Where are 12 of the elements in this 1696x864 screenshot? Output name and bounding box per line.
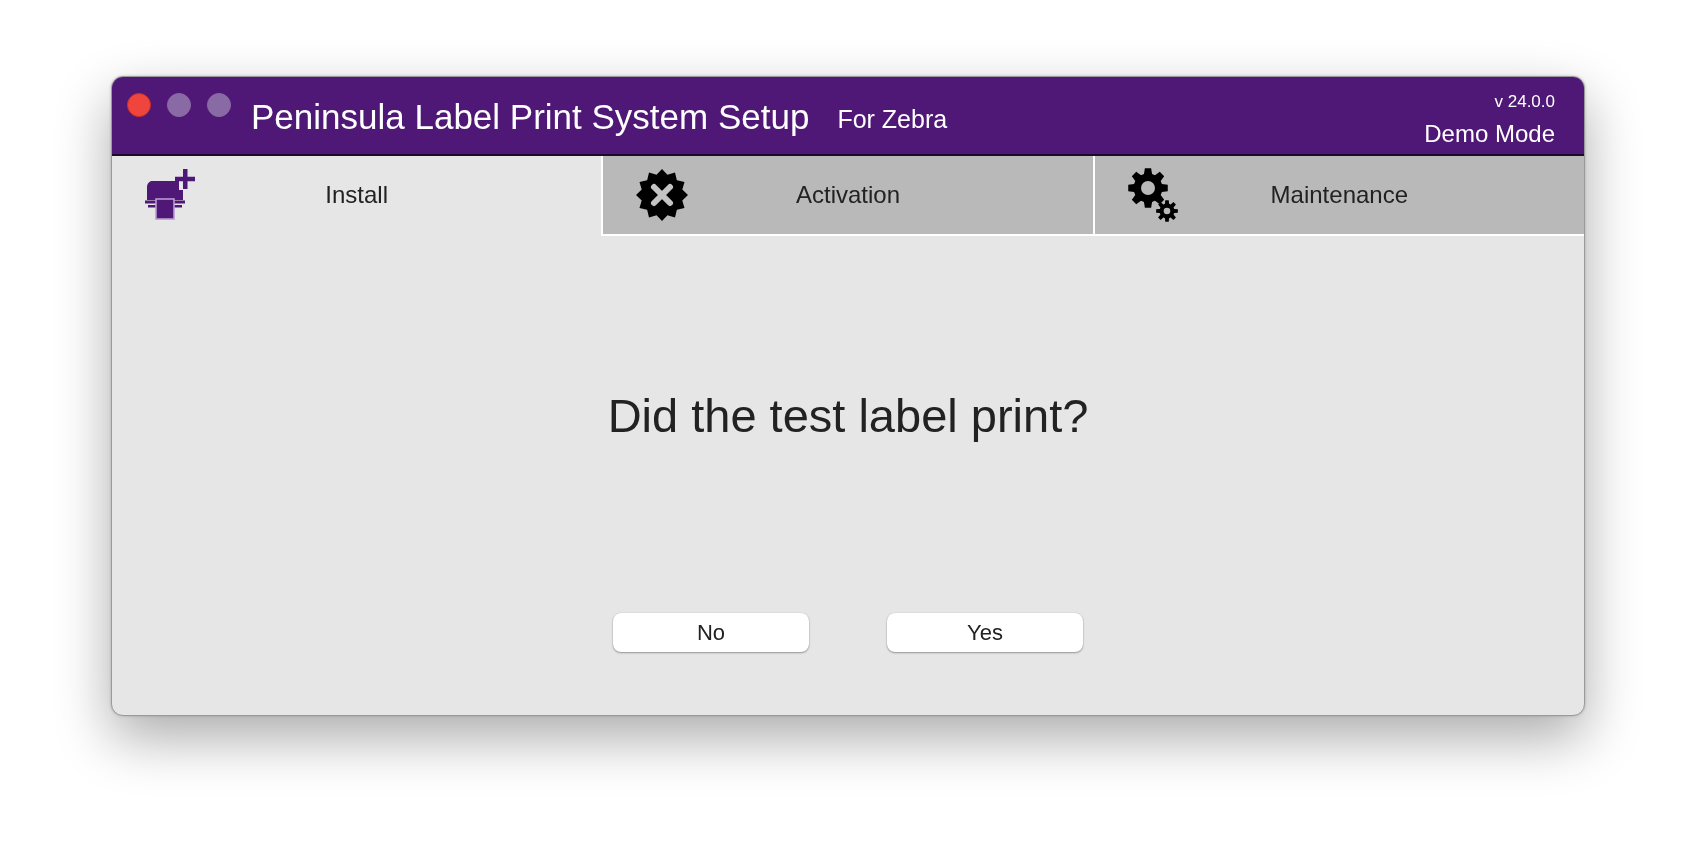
window-subtitle: For Zebra: [837, 104, 948, 134]
close-button[interactable]: [127, 93, 151, 117]
answer-button[interactable]: Yes: [887, 613, 1083, 652]
badge-x-icon: [636, 169, 689, 221]
settings-icon: [1127, 168, 1178, 222]
version-label: v 24.0.0: [1494, 91, 1555, 113]
tab[interactable]: Maintenance: [1092, 156, 1584, 236]
window-title: Peninsula Label Print System Setup: [251, 96, 810, 138]
mode-label: Demo Mode: [1424, 120, 1555, 148]
tab[interactable]: Activation: [601, 156, 1093, 236]
question-text: Did the test label print?: [607, 389, 1089, 443]
answer-button[interactable]: No: [613, 613, 809, 652]
